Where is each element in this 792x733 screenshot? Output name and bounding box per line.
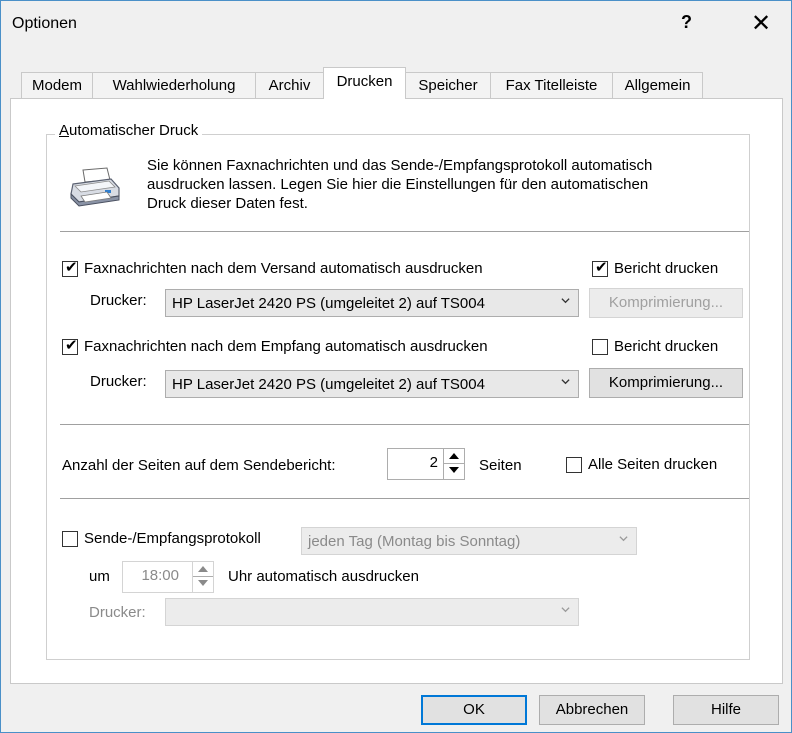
description-text: Sie können Faxnachrichten und das Sende-…: [147, 157, 653, 212]
help-icon[interactable]: ?: [681, 12, 692, 33]
ok-button[interactable]: OK: [421, 695, 527, 725]
tab-archiv[interactable]: Archiv: [255, 72, 324, 98]
close-icon[interactable]: ✕: [741, 7, 781, 41]
pages-stepper[interactable]: 2: [387, 448, 465, 480]
chevron-down-icon: [561, 298, 570, 304]
stepper-up-button[interactable]: [193, 562, 213, 577]
time-suffix-label: Uhr automatisch ausdrucken: [228, 568, 419, 585]
send-report-label: Bericht drucken: [614, 260, 719, 277]
check-icon: ✔: [65, 259, 78, 276]
separator: [60, 424, 749, 425]
send-report-checkbox[interactable]: ✔: [592, 259, 608, 277]
receive-print-checkbox[interactable]: ✔: [62, 337, 78, 355]
tab-allgemein[interactable]: Allgemein: [612, 72, 703, 98]
tab-speicher[interactable]: Speicher: [405, 72, 491, 98]
protocol-checkbox[interactable]: [62, 531, 78, 547]
receive-report-label: Bericht drucken: [614, 338, 719, 355]
receive-printer-select[interactable]: HP LaserJet 2420 PS (umgeleitet 2) auf T…: [165, 370, 579, 398]
options-dialog: Optionen ? ✕ Modem Wahlwiederholung Arch…: [0, 0, 792, 733]
time-stepper[interactable]: 18:00: [122, 561, 214, 593]
send-print-checkbox[interactable]: ✔: [62, 259, 78, 277]
protocol-printer-label: Drucker:: [89, 604, 146, 621]
protocol-schedule-select[interactable]: jeden Tag (Montag bis Sonntag): [301, 527, 637, 555]
chevron-down-icon: [619, 536, 628, 542]
separator: [60, 498, 749, 499]
chevron-down-icon: [561, 607, 570, 613]
tab-wahlwiederholung[interactable]: Wahlwiederholung: [92, 72, 256, 98]
send-printer-label: Drucker:: [90, 292, 147, 309]
stepper-down-button[interactable]: [193, 577, 213, 592]
cancel-button[interactable]: Abbrechen: [539, 695, 645, 725]
all-pages-label: Alle Seiten drucken: [588, 456, 718, 473]
send-printer-select[interactable]: HP LaserJet 2420 PS (umgeleitet 2) auf T…: [165, 289, 579, 317]
help-button[interactable]: Hilfe: [673, 695, 779, 725]
window-title: Optionen: [12, 15, 77, 32]
send-print-label: Faxnachrichten nach dem Versand automati…: [84, 260, 483, 277]
tab-modem[interactable]: Modem: [21, 72, 93, 98]
pages-label: Anzahl der Seiten auf dem Sendebericht:: [62, 457, 336, 474]
time-at-label: um: [89, 568, 110, 585]
printer-icon: [70, 167, 120, 207]
all-pages-checkbox[interactable]: [566, 457, 582, 473]
group-title: Automatischer Druck: [55, 122, 203, 139]
stepper-up-button[interactable]: [444, 449, 464, 464]
receive-report-checkbox[interactable]: [592, 339, 608, 355]
check-icon: ✔: [65, 337, 78, 354]
protocol-printer-select[interactable]: [165, 598, 579, 626]
tab-drucken[interactable]: Drucken: [323, 67, 406, 99]
stepper-down-button[interactable]: [444, 464, 464, 479]
title-bar: Optionen ? ✕: [1, 1, 791, 47]
receive-printer-label: Drucker:: [90, 373, 147, 390]
send-compress-button[interactable]: Komprimierung...: [589, 288, 743, 318]
pages-unit-label: Seiten: [479, 457, 522, 474]
tab-fax-titelleiste[interactable]: Fax Titelleiste: [490, 72, 613, 98]
check-icon: ✔: [595, 259, 608, 276]
receive-print-label: Faxnachrichten nach dem Empfang automati…: [84, 338, 488, 355]
separator: [60, 231, 749, 232]
protocol-label: Sende-/Empfangsprotokoll: [84, 530, 261, 547]
receive-compress-button[interactable]: Komprimierung...: [589, 368, 743, 398]
chevron-down-icon: [561, 379, 570, 385]
